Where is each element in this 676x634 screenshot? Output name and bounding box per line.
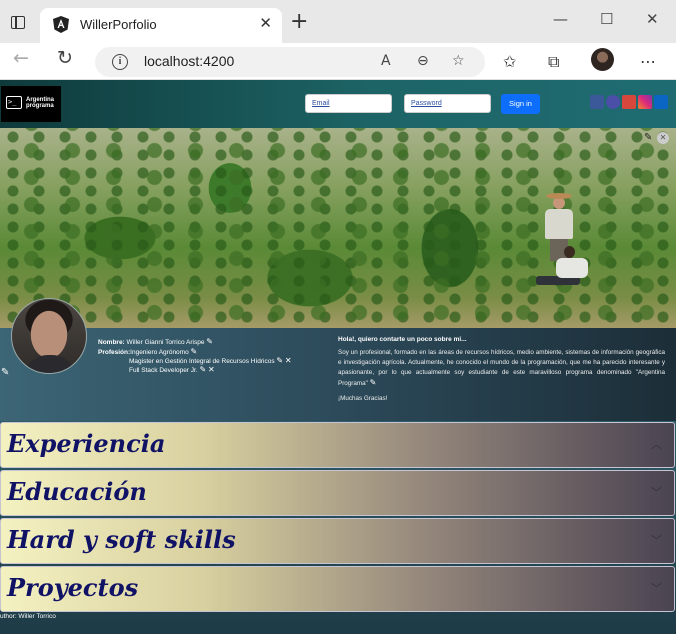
facebook-icon[interactable] <box>590 95 604 109</box>
name-label: Nombre: <box>98 339 125 346</box>
back-icon[interactable]: ← <box>13 49 29 68</box>
close-window-icon[interactable]: ✕ <box>646 10 659 28</box>
collections-icon[interactable]: ⧉ <box>548 52 559 72</box>
edit-profession-icon[interactable]: ✎ <box>191 347 198 356</box>
favorites-icon[interactable]: ✩ <box>503 52 516 71</box>
email-field[interactable]: Email <box>305 94 392 113</box>
site-navbar: >_ Argentina programa Email Password Sig… <box>0 80 676 128</box>
accordion-title: Educación <box>7 477 147 506</box>
address-bar: ← ↻ i localhost:4200 A ⊖ ☆ ✩ ⧉ ⋯ <box>0 43 676 80</box>
accordion-proyectos[interactable]: Proyectos ﹀ <box>0 566 675 612</box>
accordion-experiencia[interactable]: Experiencia ︿ <box>0 422 675 468</box>
maximize-icon[interactable]: ☐ <box>600 10 613 28</box>
accordion-educacion[interactable]: Educación ﹀ <box>0 470 675 516</box>
delete-degree-icon[interactable]: ✕ <box>208 365 215 374</box>
gmail-icon[interactable] <box>622 95 636 109</box>
edit-about-icon[interactable]: ✎ <box>370 378 377 387</box>
linkedin-icon[interactable] <box>654 95 668 109</box>
chevron-down-icon: ﹀ <box>651 582 662 595</box>
profile-photo <box>11 298 87 374</box>
github-icon[interactable] <box>606 95 620 109</box>
sign-in-button[interactable]: Sign in <box>501 94 540 114</box>
logo-text: Argentina programa <box>26 97 55 109</box>
page: >_ Argentina programa Email Password Sig… <box>0 80 676 634</box>
chevron-down-icon: ﹀ <box>651 534 662 547</box>
read-aloud-icon[interactable]: A <box>381 53 391 69</box>
profile-avatar[interactable] <box>591 48 614 71</box>
about-thanks: ¡Muchas Gracias! <box>338 395 388 402</box>
banner-image: ✎ ✕ <box>0 128 676 328</box>
terminal-icon: >_ <box>6 96 22 109</box>
degree-value: Full Stack Developer Jr. <box>129 367 198 374</box>
tab-actions-icon[interactable] <box>11 16 25 29</box>
accordion-title: Experiencia <box>7 429 166 458</box>
refresh-icon[interactable]: ↻ <box>57 49 73 68</box>
profession-line: Profesión:Ingeniero Agrónomo ✎ <box>98 347 197 356</box>
name-line: Nombre: Willer Gianni Torrico Arispe ✎ <box>98 337 213 346</box>
chevron-up-icon: ︿ <box>651 438 662 451</box>
more-icon[interactable]: ⋯ <box>640 52 656 71</box>
argentina-programa-logo[interactable]: >_ Argentina programa <box>1 86 61 122</box>
edit-name-icon[interactable]: ✎ <box>206 337 213 346</box>
chevron-down-icon: ﹀ <box>651 486 662 499</box>
accordion-title: Hard y soft skills <box>7 525 236 554</box>
edit-degree-icon[interactable]: ✎ <box>276 356 283 365</box>
tab-title: WillerPorfolio <box>80 17 157 32</box>
close-tab-icon[interactable]: ✕ <box>259 14 272 32</box>
new-tab-icon[interactable]: + <box>290 11 308 33</box>
edit-photo-icon[interactable]: ✎ <box>1 367 9 378</box>
accordion-skills[interactable]: Hard y soft skills ﹀ <box>0 518 675 564</box>
zoom-out-icon[interactable]: ⊖ <box>417 53 429 69</box>
profession-label: Profesión: <box>98 349 131 356</box>
degree-line: Full Stack Developer Jr. ✎ ✕ <box>129 365 215 374</box>
edit-degree-icon[interactable]: ✎ <box>199 365 206 374</box>
browser-tab[interactable]: WillerPorfolio ✕ <box>40 8 282 43</box>
delete-banner-icon[interactable]: ✕ <box>657 132 669 144</box>
about-text-body: Soy un profesional, formado en las áreas… <box>338 349 665 387</box>
about-title: Hola!, quiero contarte un poco sobre mi.… <box>338 336 467 343</box>
about-text: Soy un profesional, formado en las áreas… <box>338 348 665 389</box>
footer-text: uthor: Willer Torrico <box>0 613 56 620</box>
degree-value: Magister en Gestión Integral de Recursos… <box>129 358 275 365</box>
banner-person-sitting <box>530 246 596 294</box>
name-value: Willer Gianni Torrico Arispe <box>126 339 205 346</box>
password-field[interactable]: Password <box>404 94 491 113</box>
angular-logo-icon <box>53 16 69 33</box>
accordion-title: Proyectos <box>7 573 139 602</box>
delete-degree-icon[interactable]: ✕ <box>285 356 292 365</box>
edit-banner-icon[interactable]: ✎ <box>644 132 652 143</box>
url-field[interactable]: i localhost:4200 A ⊖ ☆ <box>95 47 485 77</box>
profession-value: Ingeniero Agrónomo <box>130 349 189 356</box>
browser-tab-bar: WillerPorfolio ✕ + — ☐ ✕ <box>0 0 676 43</box>
instagram-icon[interactable] <box>638 95 652 109</box>
info-icon[interactable]: i <box>112 54 128 70</box>
add-favorite-icon[interactable]: ☆ <box>452 53 465 69</box>
url-text: localhost:4200 <box>144 53 235 69</box>
degree-line: Magister en Gestión Integral de Recursos… <box>129 356 292 365</box>
minimize-icon[interactable]: — <box>553 10 568 28</box>
